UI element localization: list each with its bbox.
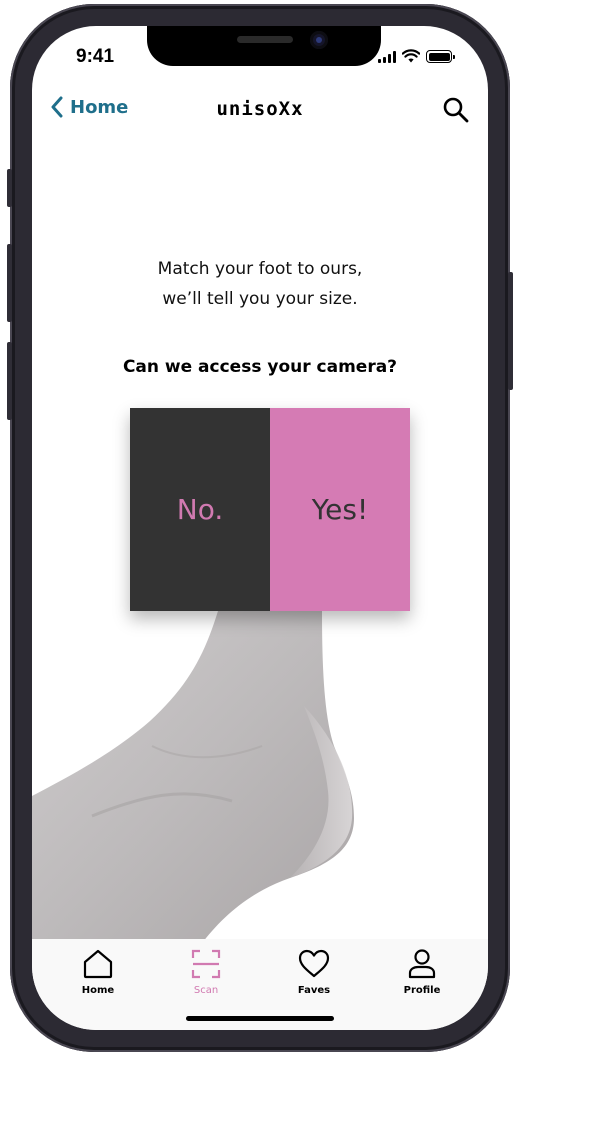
tab-profile-label: Profile (403, 985, 441, 996)
tab-faves-label: Faves (297, 985, 331, 996)
notch (147, 26, 381, 66)
yes-button[interactable]: Yes! (270, 408, 410, 611)
user-icon (408, 949, 436, 979)
status-icons (378, 49, 455, 63)
screen: 9:41 Home unisoXx Match your foot to our… (32, 26, 488, 1030)
wifi-icon (402, 49, 420, 63)
phone-frame: 9:41 Home unisoXx Match your foot to our… (7, 4, 513, 1052)
status-time: 9:41 (76, 46, 115, 67)
search-icon (443, 97, 469, 123)
tab-scan-label: Scan (193, 985, 219, 996)
mute-switch (7, 169, 12, 207)
foot-photo (32, 611, 354, 946)
intro-text: Match your foot to ours, we’ll tell you … (32, 254, 488, 314)
speaker-grille (237, 36, 293, 43)
front-camera (310, 31, 328, 49)
home-indicator[interactable] (186, 1016, 334, 1021)
battery-icon (426, 50, 455, 63)
home-icon (83, 949, 113, 979)
app-title: unisoXx (216, 98, 304, 120)
cellular-signal-icon (378, 51, 396, 63)
camera-permission-choice: No. Yes! (130, 408, 410, 611)
volume-up-button (7, 244, 12, 322)
heart-icon (298, 949, 330, 978)
power-button (508, 272, 513, 390)
tab-profile[interactable]: Profile (377, 947, 467, 1030)
intro-line-1: Match your foot to ours, (157, 259, 363, 279)
search-button[interactable] (442, 96, 470, 124)
intro-line-2: we’ll tell you your size. (162, 289, 358, 309)
volume-down-button (7, 342, 12, 420)
tab-home[interactable]: Home (53, 947, 143, 1030)
tab-home-label: Home (81, 985, 115, 996)
no-button[interactable]: No. (130, 408, 270, 611)
camera-permission-question: Can we access your camera? (122, 357, 398, 377)
scan-icon (191, 949, 221, 979)
